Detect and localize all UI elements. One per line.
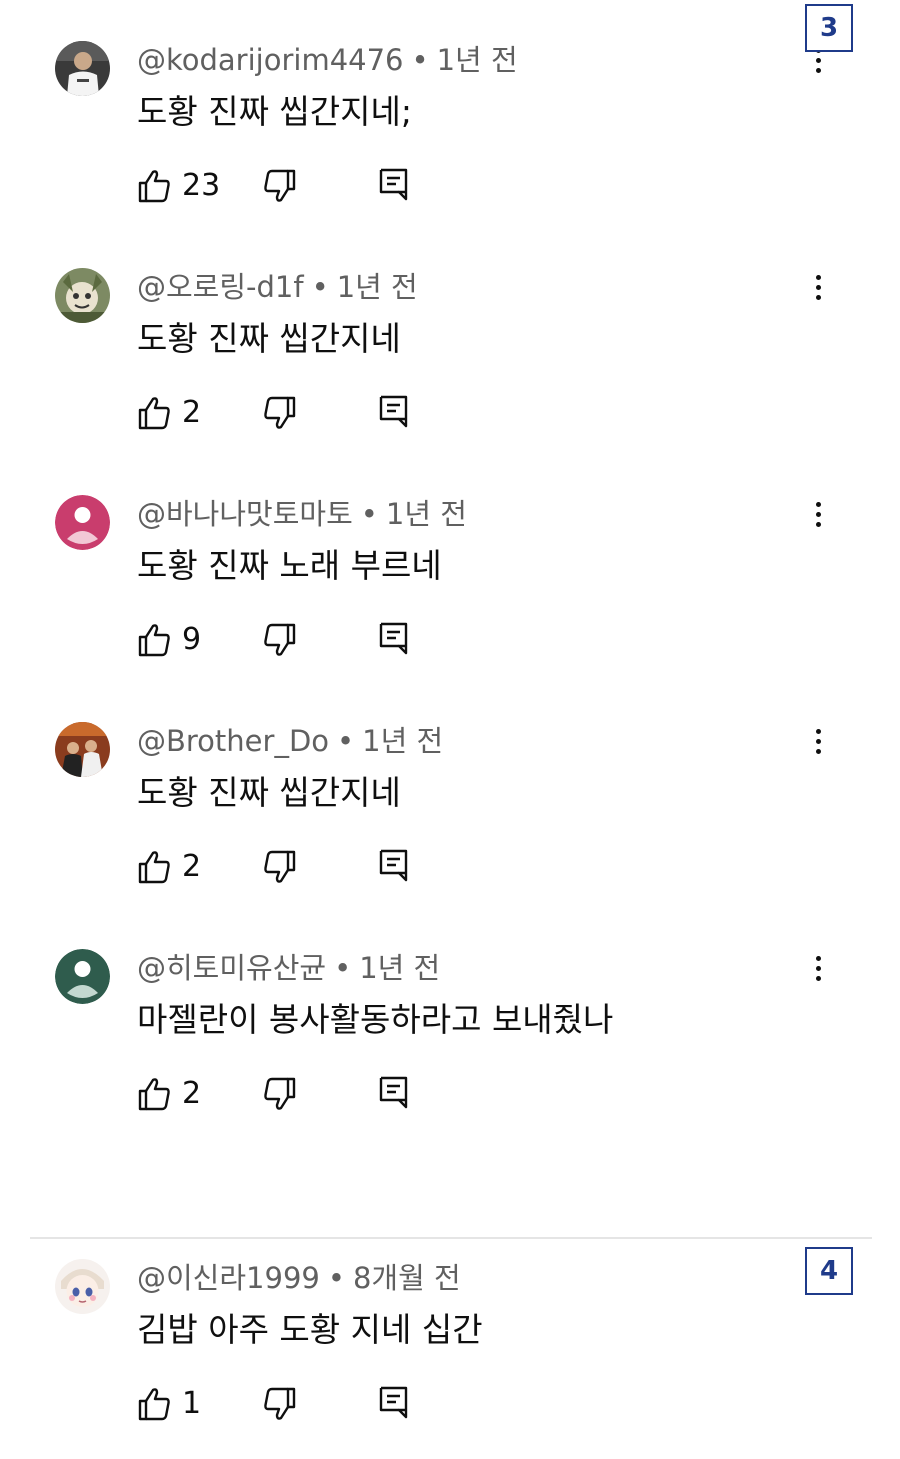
comment-meta: @오로링-d1f • 1년 전 [137,267,418,307]
like-count: 23 [182,168,221,203]
author-name[interactable]: @바나나맛토마토 [137,497,353,531]
more-options-button[interactable] [803,729,833,769]
comment-item: @Brother_Do • 1년 전 도황 진짜 씹간지네 2 [0,722,900,941]
comment-text: 도황 진짜 씹간지네 [137,319,401,358]
dislike-button[interactable] [263,1382,303,1426]
comment-time[interactable]: 1년 전 [437,43,518,77]
thumbs-down-icon [264,396,296,429]
comment-text: 도황 진짜 씹간지네 [137,773,401,812]
comment-time[interactable]: 1년 전 [386,497,467,531]
thumbs-down-icon [264,169,296,202]
comment-item: @kodarijorim4476 • 1년 전 도황 진짜 씹간지네; 23 [0,41,900,260]
avatar[interactable] [55,495,110,550]
comment-item: @히토미유산균 • 1년 전 마젤란이 봉사활동하라고 보내줬나 2 [0,949,900,1168]
reply-icon [379,1076,408,1109]
thumbs-up-icon [138,1078,170,1111]
reply-button[interactable] [377,391,417,435]
reply-button[interactable] [377,1072,417,1116]
like-count: 2 [182,1076,202,1111]
avatar[interactable] [55,41,110,96]
comment-item: @이신라1999 • 8개월 전 김밥 아주 도황 지네 십간 1 [0,1259,900,1459]
default-avatar-icon [55,495,110,550]
author-name[interactable]: @kodarijorim4476 [137,43,404,77]
like-count: 2 [182,395,202,430]
comment-text: 김밥 아주 도황 지네 십간 [137,1310,483,1349]
author-name[interactable]: @오로링-d1f [137,270,304,304]
like-count: 2 [182,849,202,884]
annotation-marker: 4 [805,1247,853,1295]
comment-text: 마젤란이 봉사활동하라고 보내줬나 [137,1000,614,1039]
comment-time[interactable]: 8개월 전 [353,1261,461,1295]
default-avatar-icon [55,949,110,1004]
like-button[interactable] [137,1382,177,1426]
separator-dot: • [360,497,378,531]
separator-dot: • [334,951,352,985]
comment-meta: @Brother_Do • 1년 전 [137,721,443,761]
thumbs-up-icon [138,624,170,657]
comment-time[interactable]: 1년 전 [359,951,440,985]
thumbs-up-icon [138,170,170,203]
thumbs-down-icon [264,1077,296,1110]
reply-icon [379,1386,408,1419]
like-button[interactable] [137,618,177,662]
dislike-button[interactable] [263,618,303,662]
dislike-button[interactable] [263,391,303,435]
reply-button[interactable] [377,618,417,662]
separator-dot: • [411,43,429,77]
author-name[interactable]: @Brother_Do [137,724,329,758]
comment-item: @바나나맛토마토 • 1년 전 도황 진짜 노래 부르네 9 [0,495,900,714]
reply-icon [379,168,408,201]
more-options-button[interactable] [803,956,833,996]
comment-text: 도황 진짜 씹간지네; [137,92,412,131]
more-options-button[interactable] [803,48,833,88]
reply-button[interactable] [377,1382,417,1426]
dislike-button[interactable] [263,1072,303,1116]
like-count: 1 [182,1386,202,1421]
dislike-button[interactable] [263,164,303,208]
comment-meta: @히토미유산균 • 1년 전 [137,948,440,988]
comment-meta: @kodarijorim4476 • 1년 전 [137,40,518,80]
author-name[interactable]: @이신라1999 [137,1261,320,1295]
like-count: 9 [182,622,202,657]
more-options-button[interactable] [803,502,833,542]
dislike-button[interactable] [263,845,303,889]
like-button[interactable] [137,845,177,889]
thumbs-down-icon [264,623,296,656]
thumbs-up-icon [138,397,170,430]
reply-icon [379,849,408,882]
more-options-button[interactable] [803,275,833,315]
separator-dot: • [311,270,329,304]
like-button[interactable] [137,1072,177,1116]
comment-meta: @바나나맛토마토 • 1년 전 [137,494,467,534]
avatar[interactable] [55,1259,110,1314]
reply-button[interactable] [377,845,417,889]
comment-text: 도황 진짜 노래 부르네 [137,546,442,585]
author-name[interactable]: @히토미유산균 [137,951,326,985]
avatar[interactable] [55,949,110,1004]
comment-item: @오로링-d1f • 1년 전 도황 진짜 씹간지네 2 [0,268,900,487]
comment-time[interactable]: 1년 전 [362,724,443,758]
comment-meta: @이신라1999 • 8개월 전 [137,1258,461,1298]
avatar[interactable] [55,722,110,777]
avatar[interactable] [55,268,110,323]
reply-icon [379,395,408,428]
reply-button[interactable] [377,164,417,208]
reply-icon [379,622,408,655]
comment-time[interactable]: 1년 전 [337,270,418,304]
section-divider [30,1237,872,1239]
thumbs-down-icon [264,1387,296,1420]
like-button[interactable] [137,164,177,208]
separator-dot: • [327,1261,345,1295]
annotation-marker: 3 [805,4,853,52]
thumbs-down-icon [264,850,296,883]
like-button[interactable] [137,391,177,435]
thumbs-up-icon [138,851,170,884]
separator-dot: • [337,724,355,758]
thumbs-up-icon [138,1388,170,1421]
